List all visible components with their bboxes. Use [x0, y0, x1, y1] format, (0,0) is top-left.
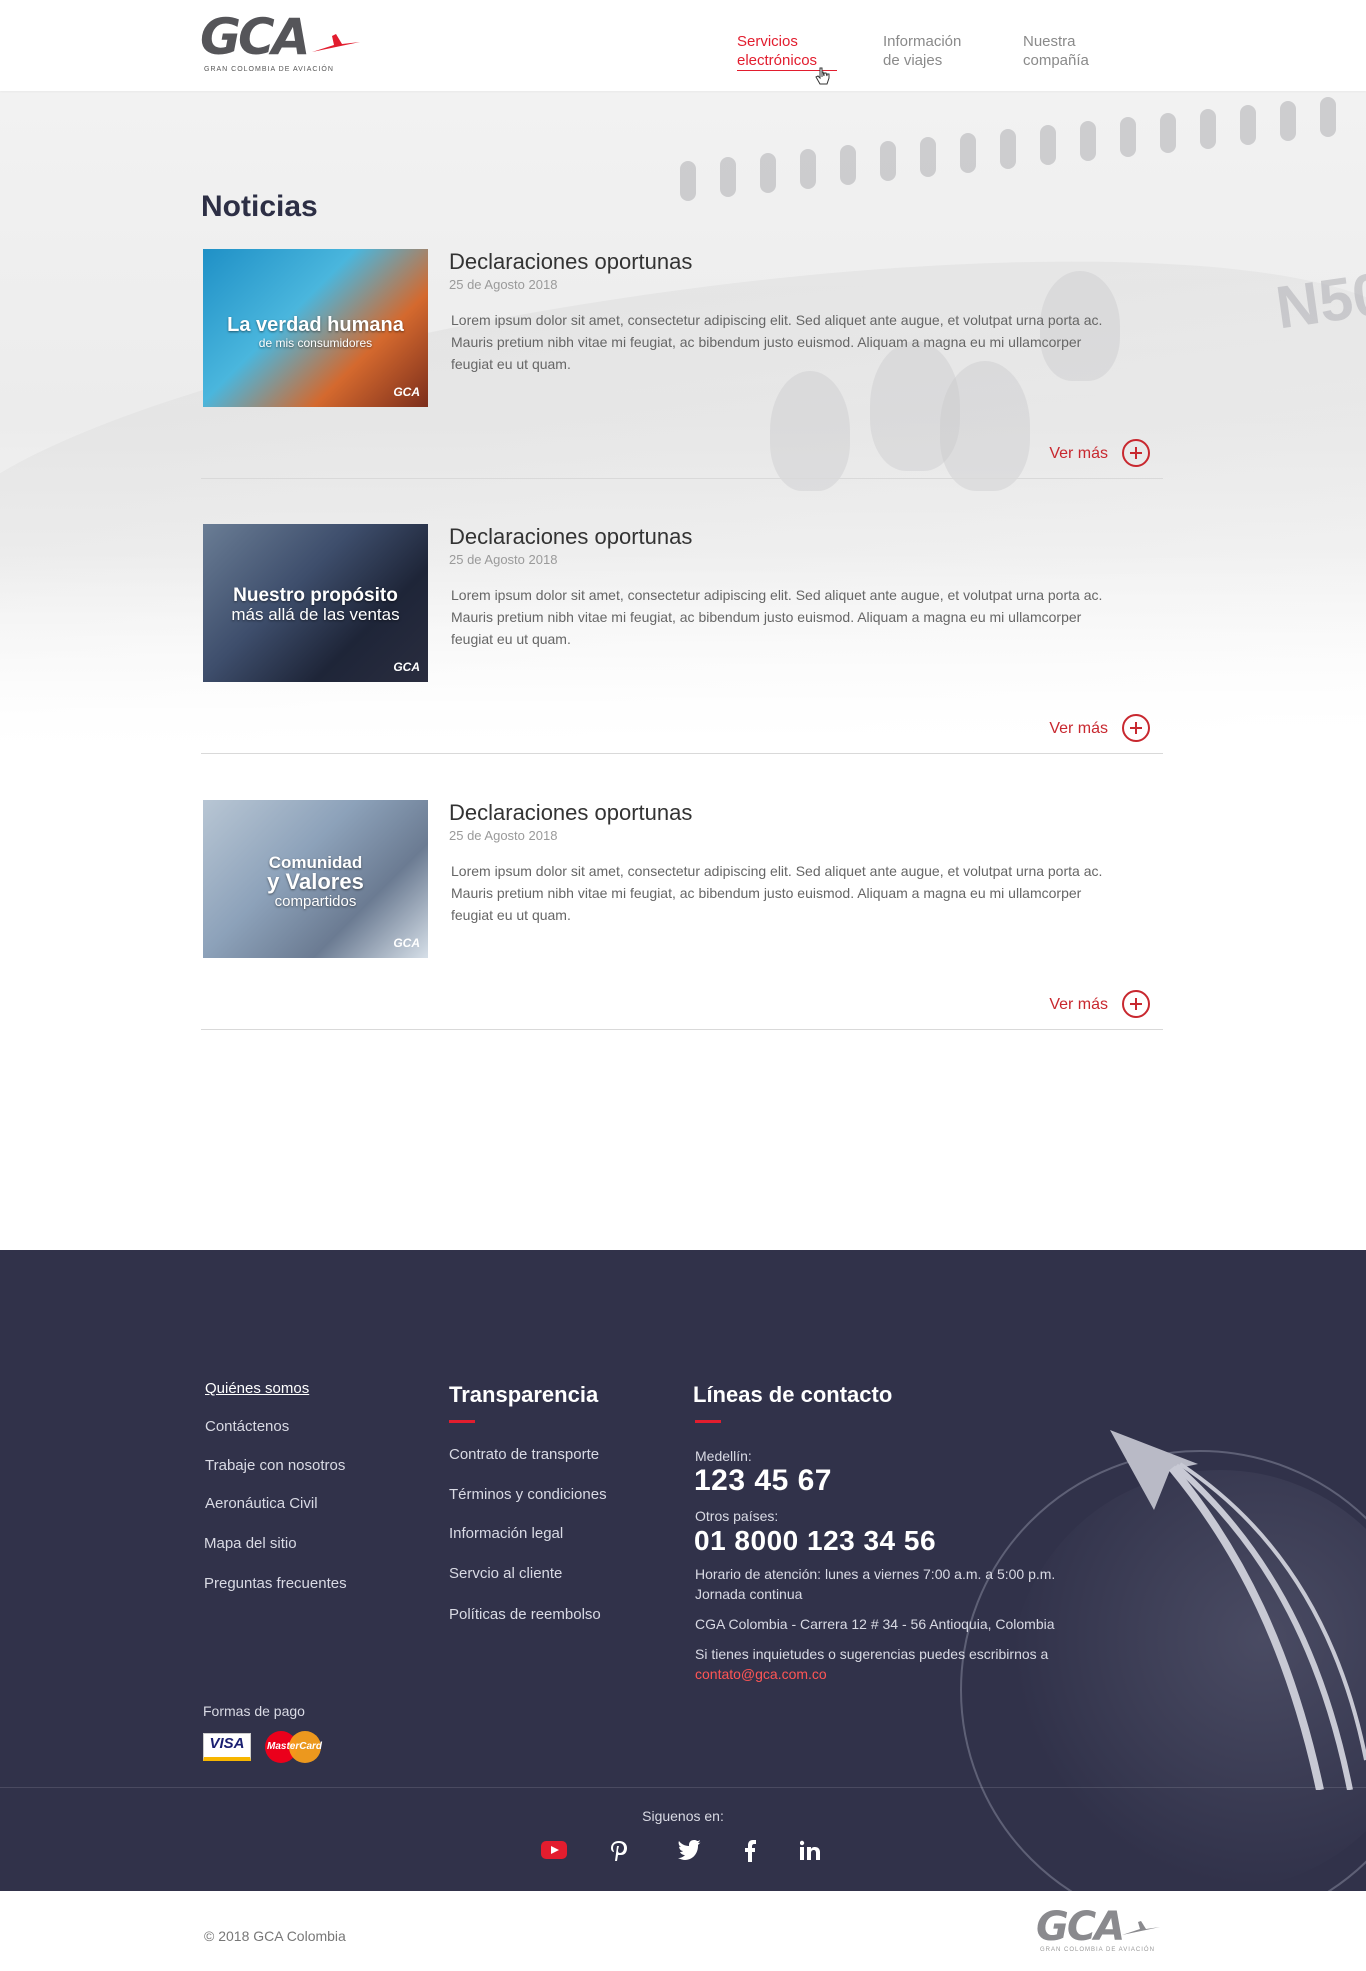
plus-circle-icon[interactable] — [1122, 439, 1150, 467]
news-date: 25 de Agosto 2018 — [449, 828, 558, 843]
logo-wordmark: GCA — [1036, 1904, 1125, 1950]
gca-logo[interactable]: GCA GRAN COLOMBIA DE AVIACIÓN — [200, 12, 360, 78]
logo-tagline: GRAN COLOMBIA DE AVIACIÓN — [1040, 1947, 1155, 1953]
ver-mas-link[interactable]: Ver más — [1049, 996, 1108, 1014]
news-card: Nuestro propósito más allá de las ventas… — [201, 524, 1163, 754]
news-body: Lorem ipsum dolor sit amet, consectetur … — [451, 863, 1103, 923]
linkedin-icon[interactable] — [798, 1840, 822, 1862]
suggest-text: Si tienes inquietudes o sugerencias pued… — [695, 1646, 1049, 1662]
news-thumbnail[interactable]: Nuestro propósito más allá de las ventas… — [203, 524, 428, 682]
logo-tagline: GRAN COLOMBIA DE AVIACIÓN — [204, 66, 334, 73]
transparency-heading: Transparencia — [449, 1382, 599, 1407]
copyright-text: © 2018 GCA Colombia — [204, 1928, 346, 1944]
plane-registration-text: N50 — [1271, 259, 1366, 342]
news-title[interactable]: Declaraciones oportunas — [449, 800, 692, 826]
news-body: Lorem ipsum dolor sit amet, consectetur … — [451, 312, 1103, 372]
news-body: Lorem ipsum dolor sit amet, consectetur … — [451, 587, 1103, 647]
news-thumbnail[interactable]: Comunidad y Valores compartidos GCA — [203, 800, 428, 958]
city-phone[interactable]: 123 45 67 — [694, 1464, 832, 1498]
pinterest-icon[interactable] — [608, 1840, 630, 1862]
plane-logo-icon — [312, 34, 360, 52]
email-link[interactable]: contato@gca.com.co — [695, 1666, 827, 1682]
news-card: Comunidad y Valores compartidos GCA Decl… — [201, 800, 1163, 1030]
news-title[interactable]: Declaraciones oportunas — [449, 524, 692, 550]
plus-circle-icon[interactable] — [1122, 714, 1150, 742]
news-section-title: Noticias — [201, 190, 318, 223]
footer-link-preguntas[interactable]: Preguntas frecuentes — [204, 1575, 347, 1592]
bottom-bar: © 2018 GCA Colombia GCA GRAN COLOMBIA DE… — [0, 1891, 1366, 1971]
nav-informacion-de-viajes[interactable]: Información de viajes — [883, 32, 983, 70]
mastercard-logo: MasterCard — [265, 1731, 325, 1763]
news-date: 25 de Agosto 2018 — [449, 277, 558, 292]
social-label: Siguenos en: — [642, 1808, 724, 1824]
nav-servicios-electronicos[interactable]: Servicios electrónicos — [737, 32, 837, 71]
footer-link-mapa[interactable]: Mapa del sitio — [204, 1535, 297, 1552]
footer-link-contactenos[interactable]: Contáctenos — [205, 1418, 289, 1435]
facebook-icon[interactable] — [742, 1840, 758, 1862]
footer-link-reembolso[interactable]: Políticas de reembolso — [449, 1606, 601, 1623]
ver-mas-link[interactable]: Ver más — [1049, 720, 1108, 738]
footer-link-terminos[interactable]: Términos y condiciones — [449, 1486, 607, 1503]
nav-nuestra-compania[interactable]: Nuestra compañía — [1023, 32, 1123, 70]
site-header: GCA GRAN COLOMBIA DE AVIACIÓN Servicios … — [0, 0, 1366, 91]
footer-link-aeronautica[interactable]: Aeronáutica Civil — [205, 1495, 318, 1512]
news-card: La verdad humana de mis consumidores GCA… — [201, 249, 1163, 479]
payment-label: Formas de pago — [203, 1703, 305, 1719]
plus-circle-icon[interactable] — [1122, 990, 1150, 1018]
footer-link-quienes-somos[interactable]: Quiénes somos — [205, 1380, 309, 1397]
address-text: CGA Colombia - Carrera 12 # 34 - 56 Anti… — [695, 1616, 1055, 1632]
hand-cursor-icon — [815, 67, 830, 85]
youtube-icon[interactable] — [540, 1840, 568, 1862]
other-phone-label: Otros países: — [695, 1508, 779, 1524]
ver-mas-link[interactable]: Ver más — [1049, 445, 1108, 463]
news-date: 25 de Agosto 2018 — [449, 552, 558, 567]
other-phone[interactable]: 01 8000 123 34 56 — [694, 1525, 936, 1557]
hours-text-2: Jornada continua — [695, 1586, 803, 1602]
site-footer: Quiénes somos Contáctenos Trabaje con no… — [0, 1250, 1366, 1891]
plane-logo-icon — [1122, 1921, 1160, 1935]
plane-trail-icon — [1110, 1430, 1366, 1790]
visa-logo: VISA — [203, 1733, 251, 1761]
heading-underline — [695, 1420, 721, 1423]
contact-heading: Líneas de contacto — [693, 1382, 893, 1407]
heading-underline — [449, 1420, 475, 1423]
footer-link-informacion-legal[interactable]: Información legal — [449, 1525, 563, 1542]
footer-divider — [0, 1787, 1366, 1788]
city-phone-label: Medellín: — [695, 1448, 752, 1464]
footer-link-contrato[interactable]: Contrato de transporte — [449, 1446, 599, 1463]
footer-link-trabaje[interactable]: Trabaje con nosotros — [205, 1457, 345, 1474]
news-title[interactable]: Declaraciones oportunas — [449, 249, 692, 275]
news-thumbnail[interactable]: La verdad humana de mis consumidores GCA — [203, 249, 428, 407]
twitter-icon[interactable] — [676, 1840, 702, 1862]
logo-wordmark: GCA — [200, 8, 310, 66]
footer-link-servicio-cliente[interactable]: Servcio al cliente — [449, 1565, 562, 1582]
gca-footer-logo[interactable]: GCA GRAN COLOMBIA DE AVIACIÓN — [1036, 1907, 1166, 1962]
hours-text: Horario de atención: lunes a viernes 7:0… — [695, 1566, 1056, 1582]
